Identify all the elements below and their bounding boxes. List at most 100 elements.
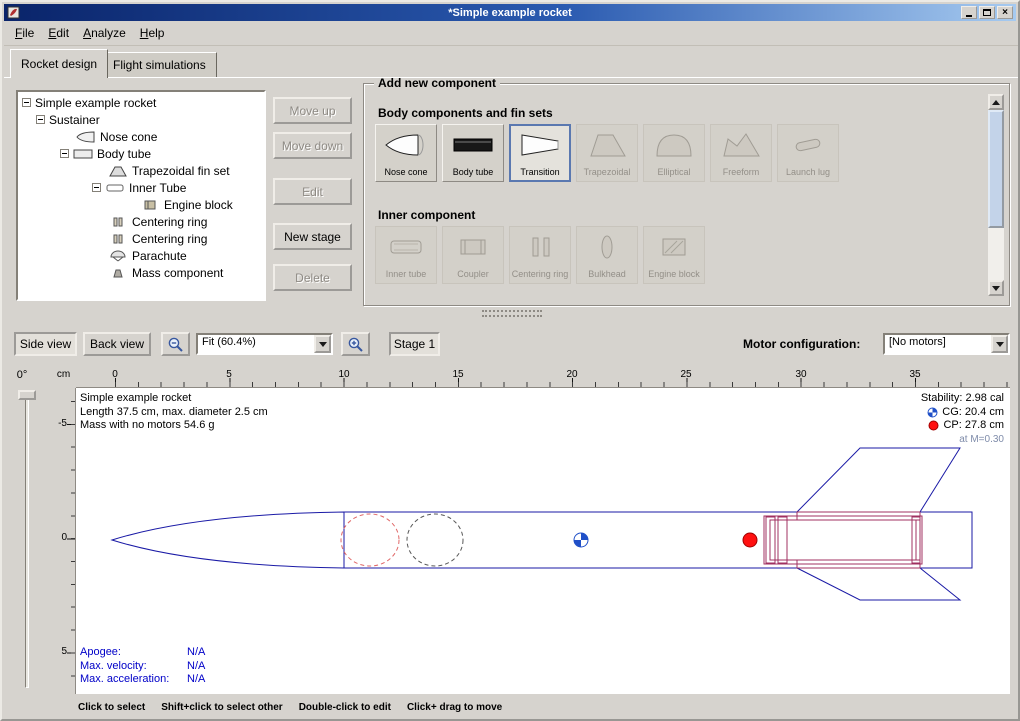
component-panel-scrollbar[interactable]	[988, 94, 1004, 296]
button-label: Back view	[90, 337, 144, 351]
splitter-handle[interactable]	[482, 310, 542, 317]
ruler-tick-label: 30	[795, 369, 806, 380]
zoom-out-button[interactable]	[161, 332, 190, 356]
add-body-tube-button[interactable]: Body tube	[442, 124, 504, 182]
tree-item-label: Trapezoidal fin set	[132, 164, 230, 178]
coupler-icon	[451, 232, 495, 262]
menu-edit[interactable]: Edit	[41, 23, 76, 43]
button-label: Edit	[302, 185, 323, 199]
zoom-level-value: Fit (60.4%)	[198, 335, 314, 353]
motor-configuration-select[interactable]: [No motors]	[883, 333, 1010, 355]
rocket-name: Simple example rocket	[80, 392, 268, 406]
new-stage-button[interactable]: New stage	[273, 223, 352, 250]
cg-value: CG: 20.4 cm	[942, 406, 1004, 420]
scrollbar-thumb[interactable]	[988, 110, 1004, 228]
tree-item-engine-block[interactable]: Engine block	[20, 196, 264, 213]
ruler-tick-label: 25	[680, 369, 691, 380]
rocket-drawing[interactable]	[76, 388, 1010, 694]
zoom-out-icon	[167, 336, 184, 353]
add-freeform-fin-button[interactable]: Freeform	[710, 124, 772, 182]
tab-label: Rocket design	[21, 57, 97, 71]
dropdown-button[interactable]	[314, 335, 331, 353]
arrow-up-icon	[992, 100, 1000, 105]
zoom-level-select[interactable]: Fit (60.4%)	[196, 333, 333, 355]
add-elliptical-fin-button[interactable]: Elliptical	[643, 124, 705, 182]
add-inner-tube-button[interactable]: Inner tube	[375, 226, 437, 284]
tree-item-centering-ring-1[interactable]: Centering ring	[20, 213, 264, 230]
minimize-button[interactable]	[961, 6, 977, 19]
button-label: Move up	[289, 104, 335, 118]
ruler-tick-label: 0	[61, 532, 67, 543]
add-nose-cone-button[interactable]: Nose cone	[375, 124, 437, 182]
maximize-button[interactable]	[979, 6, 995, 19]
flight-stats-block: Apogee:N/A Max. velocity:N/A Max. accele…	[80, 646, 205, 687]
maximize-icon	[983, 9, 991, 16]
stage-1-toggle[interactable]: Stage 1	[389, 332, 440, 356]
tree-item-parachute[interactable]: Parachute	[20, 247, 264, 264]
cg-icon	[927, 407, 938, 418]
tree-item-body-tube[interactable]: Body tube	[20, 145, 264, 162]
tree-item-fin-set[interactable]: Trapezoidal fin set	[20, 162, 264, 179]
mach-condition: at M=0.30	[921, 433, 1004, 447]
move-up-button[interactable]: Move up	[273, 97, 352, 124]
menu-help[interactable]: Help	[133, 23, 172, 43]
collapse-icon[interactable]	[60, 149, 69, 158]
add-coupler-button[interactable]: Coupler	[442, 226, 504, 284]
cp-value: CP: 27.8 cm	[943, 419, 1004, 433]
trapezoidal-fin-icon	[585, 130, 629, 160]
vertical-ruler: -5 0 5	[52, 388, 76, 694]
tree-item-mass-component[interactable]: Mass component	[20, 264, 264, 281]
engine-block-icon	[140, 199, 160, 211]
horizontal-ruler: 0 5 10 15 20 25 30 35	[76, 368, 1010, 388]
stability-block: Stability: 2.98 cal CG: 20.4 cm CP: 27.8…	[921, 392, 1004, 446]
edit-button[interactable]: Edit	[273, 178, 352, 205]
nose-cone-icon	[384, 130, 428, 160]
body-tube-icon	[451, 130, 495, 160]
tree-item-inner-tube[interactable]: Inner Tube	[20, 179, 264, 196]
rocket-dimensions: Length 37.5 cm, max. diameter 2.5 cm	[80, 406, 268, 420]
tab-flight-simulations[interactable]: Flight simulations	[102, 52, 217, 78]
button-label: Launch lug	[786, 168, 830, 177]
add-bulkhead-button[interactable]: Bulkhead	[576, 226, 638, 284]
move-down-button[interactable]: Move down	[273, 132, 352, 159]
rocket-design-canvas[interactable]: Simple example rocket Length 37.5 cm, ma…	[76, 388, 1010, 694]
ruler-tick-label: 35	[909, 369, 920, 380]
scroll-up-button[interactable]	[988, 94, 1004, 110]
add-centering-ring-button[interactable]: Centering ring	[509, 226, 571, 284]
tree-item-label: Mass component	[132, 266, 223, 280]
add-transition-button[interactable]: Transition	[509, 124, 571, 182]
scroll-down-button[interactable]	[988, 280, 1004, 296]
tree-item-stage[interactable]: Sustainer	[20, 111, 264, 128]
menu-analyze[interactable]: Analyze	[76, 23, 133, 43]
tree-item-nose-cone[interactable]: Nose cone	[20, 128, 264, 145]
max-acceleration-value: N/A	[187, 673, 205, 687]
centering-ring-icon	[518, 232, 562, 262]
tab-rocket-design[interactable]: Rocket design	[10, 49, 108, 78]
menu-file[interactable]: File	[8, 23, 41, 43]
zoom-in-button[interactable]	[341, 332, 370, 356]
title-bar[interactable]: *Simple example rocket ×	[4, 4, 1016, 21]
add-trapezoidal-fin-button[interactable]: Trapezoidal	[576, 124, 638, 182]
add-engine-block-button[interactable]: Engine block	[643, 226, 705, 284]
button-label: Trapezoidal	[584, 168, 631, 177]
rotation-slider-handle[interactable]	[18, 390, 36, 400]
centering-ring-icon	[108, 233, 128, 245]
close-button[interactable]: ×	[997, 6, 1013, 19]
collapse-icon[interactable]	[92, 183, 101, 192]
delete-button[interactable]: Delete	[273, 264, 352, 291]
button-label: Coupler	[457, 270, 489, 279]
tree-item-rocket[interactable]: Simple example rocket	[20, 94, 264, 111]
body-tube-icon	[73, 148, 93, 160]
collapse-icon[interactable]	[22, 98, 31, 107]
dropdown-button[interactable]	[991, 335, 1008, 353]
cp-icon	[928, 420, 939, 431]
back-view-button[interactable]: Back view	[83, 332, 151, 356]
button-label: New stage	[284, 230, 341, 244]
button-label: Nose cone	[384, 168, 427, 177]
side-view-button[interactable]: Side view	[14, 332, 77, 356]
tree-item-centering-ring-2[interactable]: Centering ring	[20, 230, 264, 247]
collapse-icon[interactable]	[36, 115, 45, 124]
add-launch-lug-button[interactable]: Launch lug	[777, 124, 839, 182]
tree-item-label: Parachute	[132, 249, 187, 263]
parachute-icon	[108, 250, 128, 262]
